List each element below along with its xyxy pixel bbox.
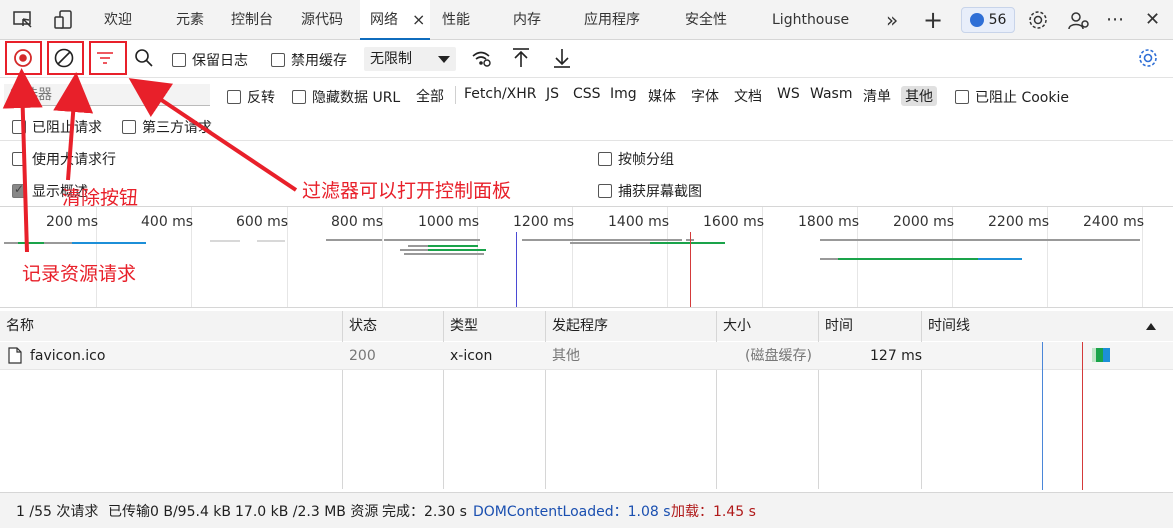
arrow-to-record <box>2 68 43 253</box>
filter-annotation: 过滤器可以打开控制面板 <box>302 180 512 202</box>
clear-annotation: 清除按钮 <box>62 187 139 209</box>
arrow-to-clear <box>53 72 94 181</box>
record-annotation: 记录资源请求 <box>22 263 137 285</box>
annotation-arrows <box>2 68 298 253</box>
arrow-to-filter <box>128 78 298 192</box>
